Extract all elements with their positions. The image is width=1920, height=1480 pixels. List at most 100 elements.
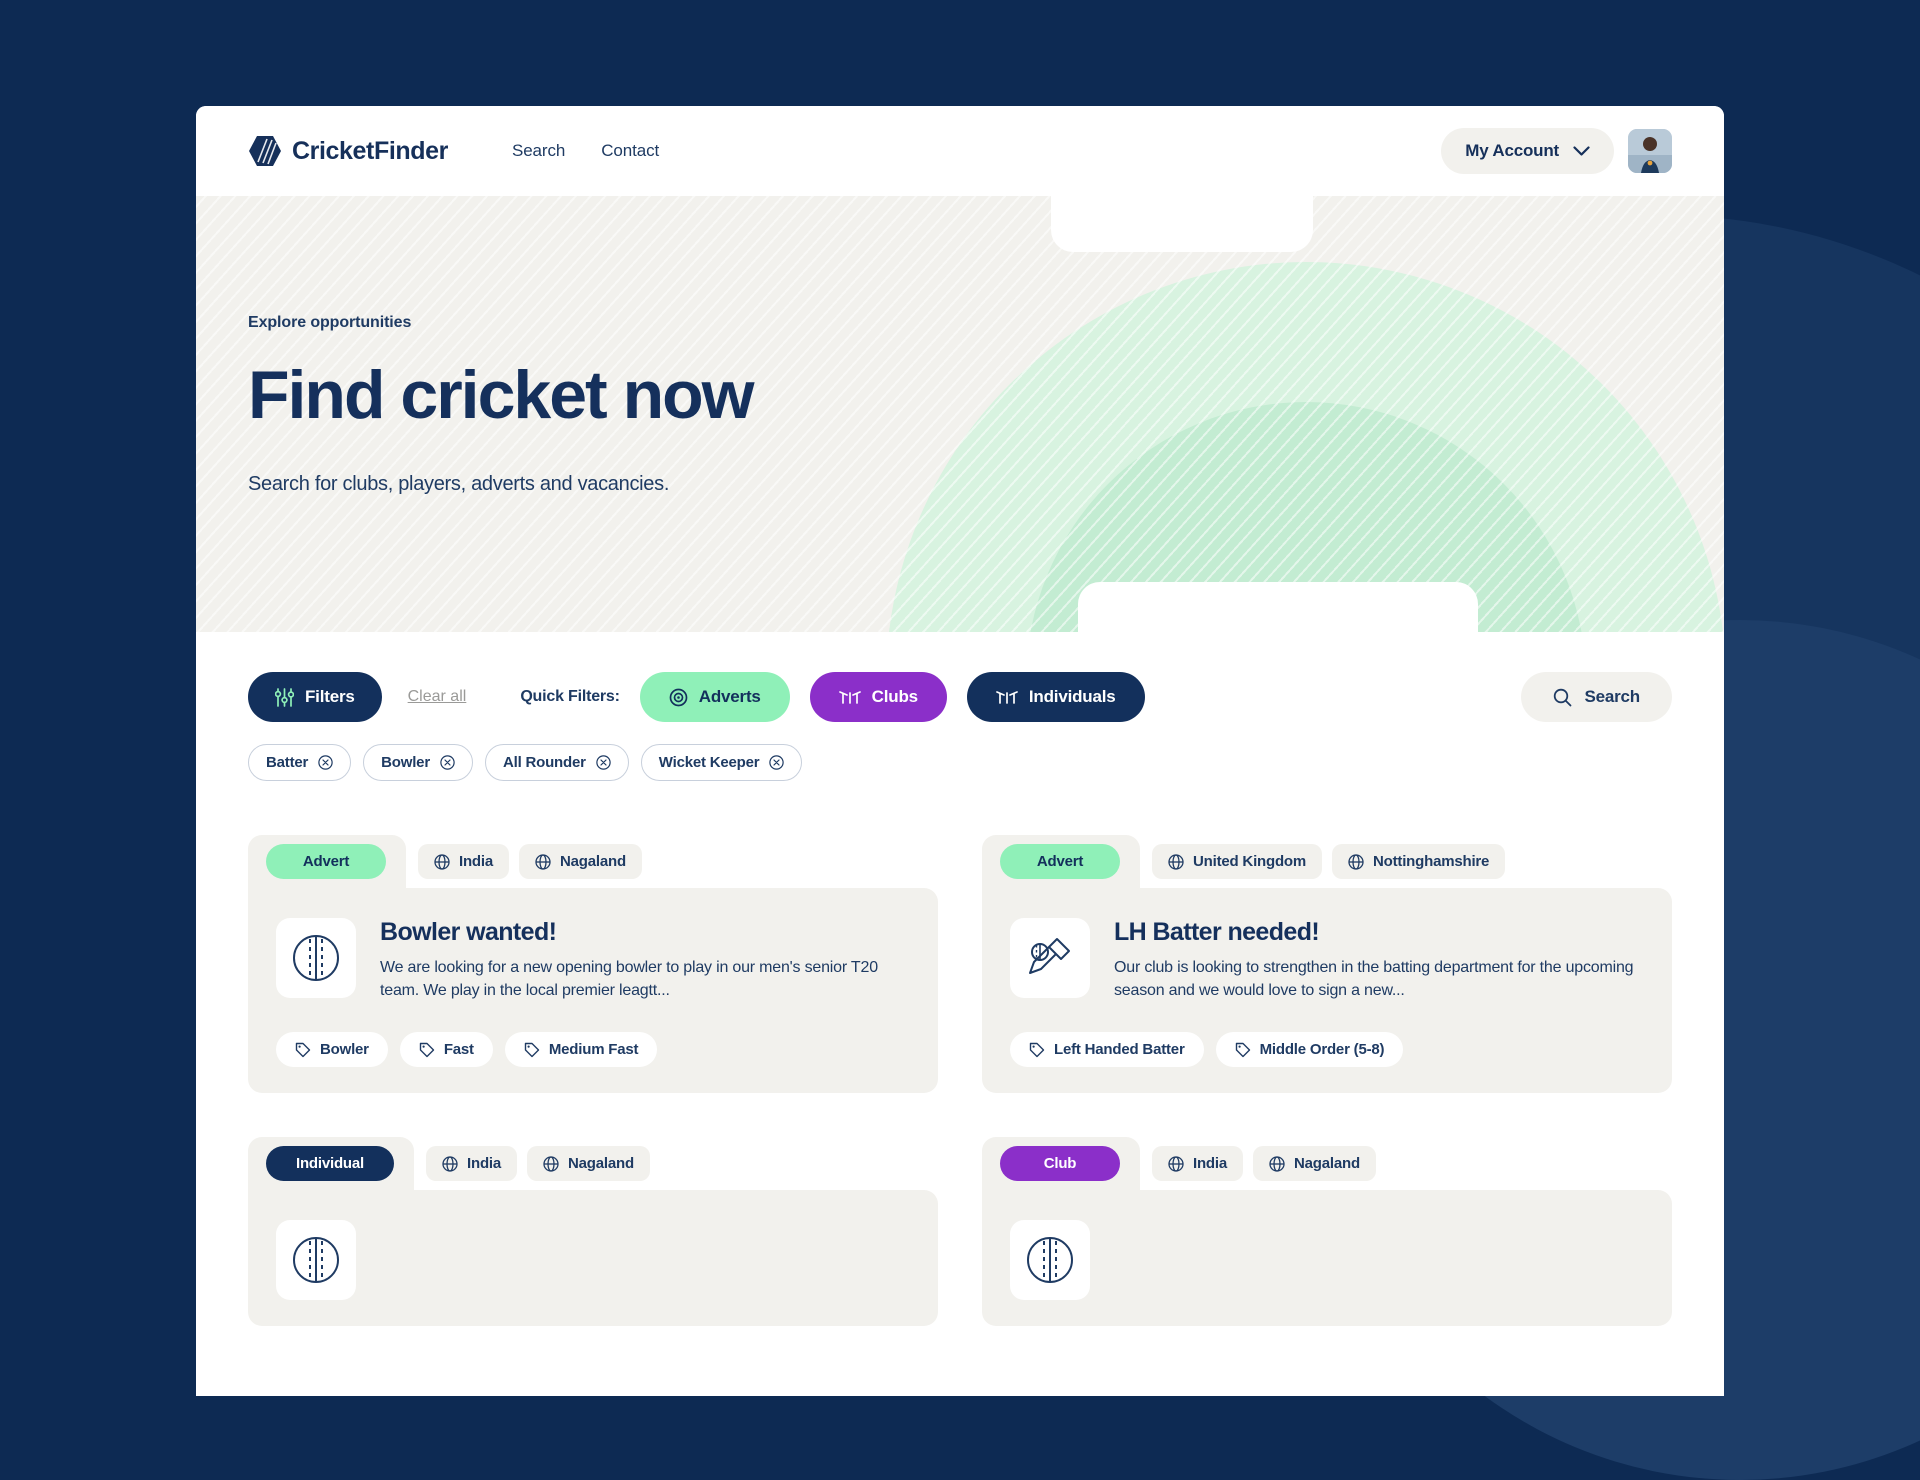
quick-filter-individuals[interactable]: Individuals bbox=[966, 672, 1145, 722]
clear-all-link[interactable]: Clear all bbox=[408, 688, 467, 706]
remove-circle-icon[interactable] bbox=[596, 755, 611, 770]
location-chip: United Kingdom bbox=[1152, 844, 1323, 879]
badge-container: Advert bbox=[248, 835, 406, 888]
search-button[interactable]: Search bbox=[1521, 672, 1672, 722]
card-text: LH Batter needed! Our club is looking to… bbox=[1114, 918, 1644, 1002]
cricket-bat-ball-icon bbox=[1029, 938, 1070, 974]
search-icon bbox=[1554, 688, 1572, 706]
location-label: Nagaland bbox=[1294, 1155, 1360, 1173]
globe-icon bbox=[535, 853, 551, 870]
card-icon-container bbox=[276, 918, 356, 998]
cricket-ball-icon bbox=[293, 1237, 339, 1284]
status-badge: Club bbox=[1000, 1146, 1120, 1182]
target-icon bbox=[669, 688, 688, 706]
filters-button[interactable]: Filters bbox=[248, 672, 382, 722]
cricketfinder-logo-icon bbox=[249, 136, 281, 166]
card-main: Bowler wanted! We are looking for a new … bbox=[276, 918, 910, 1002]
remove-circle-icon[interactable] bbox=[769, 755, 785, 770]
hero-section: Explore opportunities Find cricket now S… bbox=[196, 196, 1724, 632]
card-main: LH Batter needed! Our club is looking to… bbox=[1010, 918, 1644, 1002]
location-chip: Nagaland bbox=[519, 844, 642, 879]
quick-filters-label: Quick Filters: bbox=[520, 688, 620, 705]
tag-icon bbox=[1235, 1042, 1250, 1058]
wicket-icon bbox=[838, 691, 861, 704]
card-icon-container bbox=[1010, 918, 1090, 998]
main-content: Filters Clear all Quick Filters: Adverts… bbox=[196, 632, 1724, 1327]
card-description: We are looking for a new opening bowler … bbox=[380, 959, 878, 1000]
card-tag: Middle Order (5-8) bbox=[1215, 1032, 1404, 1068]
card-title: Bowler wanted! bbox=[380, 918, 557, 946]
location-chip: Nagaland bbox=[527, 1146, 650, 1182]
quick-filter-adverts[interactable]: Adverts bbox=[639, 672, 790, 722]
result-card[interactable]: Advert United Kingdom Nottinghamshire LH… bbox=[982, 835, 1672, 1094]
remove-circle-icon[interactable] bbox=[318, 755, 333, 770]
site-header: CricketFinder Search Contact My Account bbox=[196, 106, 1724, 196]
card-body bbox=[982, 1190, 1672, 1327]
location-label: India bbox=[1193, 1155, 1228, 1173]
filter-chip-label: Batter bbox=[266, 754, 309, 771]
location-label: Nagaland bbox=[560, 853, 626, 870]
quick-filter-clubs[interactable]: Clubs bbox=[809, 672, 947, 722]
globe-icon bbox=[1168, 853, 1184, 870]
globe-icon bbox=[1348, 853, 1364, 870]
location-chip: Nottinghamshire bbox=[1332, 844, 1506, 879]
brand-logo[interactable]: CricketFinder bbox=[248, 134, 448, 168]
card-tag-label: Middle Order (5-8) bbox=[1259, 1041, 1385, 1059]
card-tag: Left Handed Batter bbox=[1010, 1032, 1204, 1068]
card-tag-label: Bowler bbox=[320, 1041, 369, 1059]
quick-filter-adverts-label: Adverts bbox=[698, 687, 761, 706]
location-label: Nagaland bbox=[568, 1155, 634, 1173]
hero-content: Explore opportunities Find cricket now S… bbox=[196, 196, 1724, 496]
results-grid: Advert India Nagaland Bowler wanted! We … bbox=[248, 835, 1672, 1327]
card-tags: Bowler Fast Medium Fast bbox=[276, 1032, 910, 1068]
filters-label: Filters bbox=[305, 687, 355, 706]
remove-circle-icon[interactable] bbox=[440, 755, 455, 770]
filter-chip-bowler[interactable]: Bowler bbox=[363, 744, 473, 781]
location-label: India bbox=[459, 853, 494, 870]
location-label: India bbox=[467, 1155, 502, 1173]
filter-bar: Filters Clear all Quick Filters: Adverts… bbox=[248, 632, 1672, 722]
card-main bbox=[1010, 1220, 1644, 1301]
location-chips: India Nagaland bbox=[1140, 1137, 1376, 1190]
badge-container: Club bbox=[982, 1137, 1140, 1191]
card-header: Advert United Kingdom Nottinghamshire bbox=[982, 835, 1672, 888]
avatar[interactable] bbox=[1628, 129, 1672, 173]
card-tag: Bowler bbox=[276, 1032, 388, 1068]
brand-name: CricketFinder bbox=[292, 136, 448, 165]
filter-chip-wicket-keeper[interactable]: Wicket Keeper bbox=[640, 744, 803, 781]
my-account-button[interactable]: My Account bbox=[1441, 128, 1614, 174]
hero-eyebrow: Explore opportunities bbox=[248, 314, 412, 331]
filter-chip-label: Bowler bbox=[381, 754, 430, 771]
nav-item-contact[interactable]: Contact bbox=[601, 141, 659, 161]
globe-icon bbox=[1269, 1156, 1285, 1172]
badge-container: Individual bbox=[248, 1137, 415, 1191]
card-tags: Left Handed Batter Middle Order (5-8) bbox=[1010, 1032, 1644, 1068]
location-chip: India bbox=[418, 844, 510, 879]
card-header: Club India Nagaland bbox=[982, 1137, 1672, 1191]
location-chip: India bbox=[1152, 1146, 1244, 1182]
filter-chip-label: All Rounder bbox=[502, 754, 586, 771]
globe-icon bbox=[1168, 1156, 1184, 1172]
nav-item-search[interactable]: Search bbox=[512, 141, 565, 161]
location-chips: India Nagaland bbox=[414, 1137, 650, 1190]
location-chips: India Nagaland bbox=[406, 835, 642, 888]
cricket-ball-icon bbox=[1027, 1237, 1073, 1284]
quick-filter-individuals-label: Individuals bbox=[1028, 687, 1116, 706]
card-tag: Medium Fast bbox=[504, 1032, 658, 1068]
card-header: Individual India Nagaland bbox=[248, 1137, 938, 1191]
globe-icon bbox=[434, 853, 450, 870]
status-badge: Advert bbox=[266, 844, 386, 879]
badge-container: Advert bbox=[982, 835, 1140, 888]
location-label: United Kingdom bbox=[1193, 853, 1307, 870]
result-card[interactable]: Individual India Nagaland bbox=[248, 1137, 938, 1327]
tag-icon bbox=[295, 1042, 311, 1058]
chevron-down-icon bbox=[1573, 145, 1590, 156]
location-label: Nottinghamshire bbox=[1373, 853, 1490, 870]
filter-chip-batter[interactable]: Batter bbox=[248, 744, 352, 781]
result-card[interactable]: Advert India Nagaland Bowler wanted! We … bbox=[248, 835, 938, 1094]
card-icon-container bbox=[276, 1220, 356, 1301]
filter-chip-all-rounder[interactable]: All Rounder bbox=[484, 744, 629, 781]
card-body: LH Batter needed! Our club is looking to… bbox=[982, 888, 1672, 1094]
card-description: Our club is looking to strengthen in the… bbox=[1114, 959, 1634, 1000]
result-card[interactable]: Club India Nagaland bbox=[982, 1137, 1672, 1327]
